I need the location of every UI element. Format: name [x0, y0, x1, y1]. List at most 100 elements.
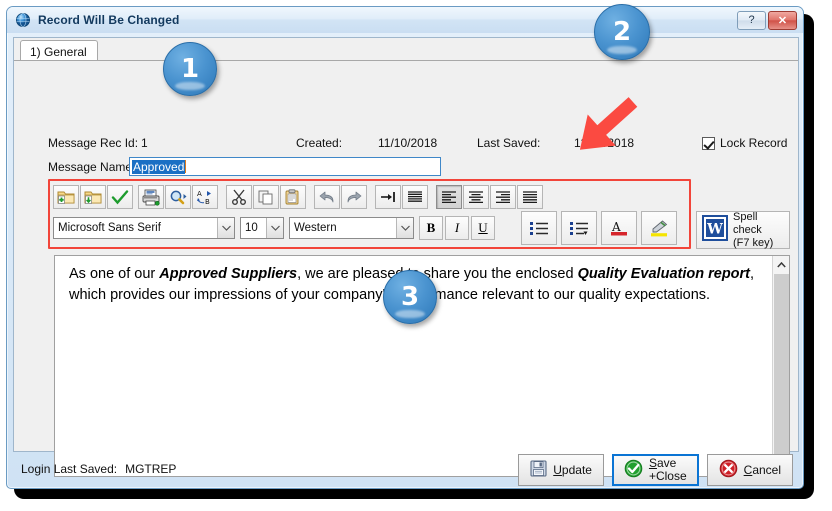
tab-general[interactable]: 1) General — [20, 40, 98, 61]
paragraph-icon[interactable] — [402, 185, 428, 209]
chevron-down-icon[interactable] — [266, 218, 283, 238]
scroll-up-button[interactable] — [773, 256, 789, 273]
underline-button[interactable]: U — [471, 216, 495, 240]
window-title: Record Will Be Changed — [38, 13, 180, 27]
toolbar-row-1: A B — [53, 184, 544, 210]
chevron-down-icon[interactable] — [217, 218, 234, 238]
undo-icon[interactable] — [314, 185, 340, 209]
indent-icon[interactable] — [375, 185, 401, 209]
redo-icon[interactable] — [341, 185, 367, 209]
update-accel: U — [553, 463, 562, 477]
window-controls: ? ✕ — [737, 10, 799, 30]
cancel-rest: ancel — [752, 463, 781, 477]
text-segment: , we are pleased to share you the enclos… — [297, 266, 578, 282]
bold-button[interactable]: B — [419, 216, 443, 240]
find-icon[interactable] — [165, 185, 191, 209]
save-accel: S — [648, 456, 657, 470]
scrollbar-thumb[interactable] — [774, 274, 789, 458]
lock-record-checkbox[interactable]: Lock Record — [702, 136, 787, 150]
text-segment-bold-italic: Quality Evaluation report — [577, 266, 750, 282]
cancel-button-label: Cancel — [744, 463, 781, 477]
script-value: Western — [294, 222, 337, 234]
lock-record-label: Lock Record — [720, 136, 788, 150]
cancel-accel: C — [743, 463, 753, 477]
font-color-icon[interactable]: A — [601, 211, 637, 245]
svg-text:A: A — [197, 190, 202, 198]
callout-badge-3: 3 — [383, 270, 437, 324]
multilevel-list-icon[interactable] — [561, 211, 597, 245]
replace-icon[interactable]: A B — [192, 185, 218, 209]
update-rest: pdate — [561, 463, 592, 477]
chevron-down-icon[interactable] — [396, 218, 413, 238]
message-name-input[interactable]: Approved — [129, 157, 441, 176]
text-segment: As one of our — [69, 266, 160, 282]
svg-text:B: B — [205, 198, 210, 205]
align-justify-icon[interactable] — [517, 185, 543, 209]
print-icon[interactable] — [138, 185, 164, 209]
highlight-icon[interactable] — [641, 211, 677, 245]
spell-check-line2: (F7 key) — [733, 236, 774, 249]
floppy-save-icon — [530, 460, 547, 480]
screenshot-root: Record Will Be Changed ? ✕ 1) General Me… — [0, 0, 832, 511]
checkbox-checked-icon[interactable] — [702, 136, 715, 150]
save-line2: +Close — [648, 469, 687, 483]
text-caret — [185, 160, 187, 173]
save-close-button[interactable]: Save +Close — [611, 454, 699, 486]
bullets-icon[interactable] — [521, 211, 557, 245]
new-record-icon[interactable] — [53, 185, 79, 209]
tab-strip: 1) General — [14, 38, 798, 61]
created-label: Created: — [296, 136, 343, 150]
red-arrow-annotation — [556, 84, 646, 169]
created-value: 11/10/2018 — [378, 136, 438, 150]
help-button[interactable]: ? — [737, 10, 766, 30]
font-size-select[interactable]: 10 — [240, 217, 284, 239]
cancel-button[interactable]: Cancel — [706, 454, 793, 486]
red-x-icon — [719, 459, 738, 481]
dialog-action-buttons: Update Save +Close Cancel — [518, 454, 793, 486]
login-last-saved-value: MGTREP — [125, 462, 177, 476]
tab-page-general: Message Rec Id: 1 Created: 11/10/2018 La… — [16, 61, 796, 477]
svg-text:W: W — [706, 221, 723, 237]
message-name-value: Approved — [132, 159, 186, 174]
update-button[interactable]: Update — [518, 454, 604, 486]
last-saved-label: Last Saved: — [477, 136, 541, 150]
font-size-value: 10 — [245, 222, 258, 234]
message-rec-id-label: Message Rec Id: — [48, 136, 139, 150]
formatting-toolbar-group: A B Microsoft Sans Serif 10 Western B I … — [48, 179, 691, 249]
globe-icon — [15, 12, 31, 28]
align-right-icon[interactable] — [490, 185, 516, 209]
italic-button[interactable]: I — [445, 216, 469, 240]
check-icon[interactable] — [107, 185, 133, 209]
login-last-saved: Login Last Saved: MGTREP — [21, 462, 176, 476]
toolbar-row-2: Microsoft Sans Serif 10 Western B I U A — [53, 211, 681, 245]
dialog-client-area: 1) General Message Rec Id: 1 Created: 11… — [13, 37, 799, 477]
save-close-button-label: Save +Close — [649, 457, 687, 483]
message-rec-id-value: 1 — [141, 136, 148, 150]
save-record-icon[interactable] — [80, 185, 106, 209]
script-select[interactable]: Western — [289, 217, 414, 239]
spell-check-label: Spell check (F7 key) — [733, 211, 789, 250]
green-check-icon — [624, 459, 643, 481]
word-icon: W — [702, 214, 728, 246]
align-center-icon[interactable] — [463, 185, 489, 209]
dialog-window: Record Will Be Changed ? ✕ 1) General Me… — [6, 6, 804, 489]
editor-vertical-scrollbar[interactable] — [772, 256, 789, 476]
text-segment-bold-italic: Approved Suppliers — [159, 266, 298, 282]
update-button-label: Update — [553, 463, 592, 477]
copy-icon[interactable] — [253, 185, 279, 209]
paste-icon[interactable] — [280, 185, 306, 209]
dialog-footer: Login Last Saved: MGTREP Update Save +Cl… — [13, 453, 799, 487]
svg-text:A: A — [611, 220, 621, 234]
save-rest: ave — [656, 456, 677, 470]
align-left-icon[interactable] — [436, 185, 462, 209]
cut-icon[interactable] — [226, 185, 252, 209]
spell-check-button[interactable]: W Spell check (F7 key) — [696, 211, 790, 249]
close-button[interactable]: ✕ — [768, 10, 797, 30]
login-last-saved-label: Login Last Saved: — [21, 462, 118, 476]
callout-badge-2: 2 — [594, 4, 650, 60]
callout-badge-1: 1 — [163, 42, 217, 96]
font-family-select[interactable]: Microsoft Sans Serif — [53, 217, 235, 239]
spell-check-line1: Spell check — [733, 210, 762, 236]
title-bar: Record Will Be Changed ? ✕ — [7, 7, 803, 33]
font-family-value: Microsoft Sans Serif — [58, 222, 161, 234]
